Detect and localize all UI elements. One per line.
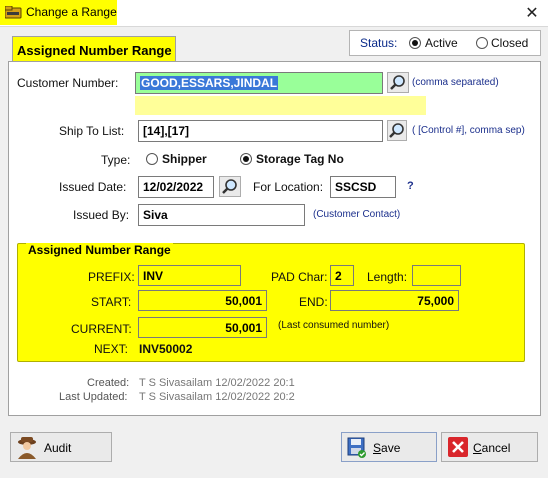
ship-to-value: [14],[17] bbox=[143, 124, 190, 138]
number-range-title: Assigned Number Range bbox=[26, 243, 173, 257]
issued-date-value: 12/02/2022 bbox=[143, 180, 204, 194]
length-label: Length: bbox=[367, 270, 408, 284]
type-storage-tag-radio[interactable] bbox=[240, 153, 252, 165]
for-location-input[interactable]: SSCSD bbox=[330, 176, 396, 198]
save-button[interactable]: Save bbox=[341, 432, 437, 462]
issued-by-value: Siva bbox=[143, 208, 168, 222]
type-storage-tag-label[interactable]: Storage Tag No bbox=[256, 152, 344, 166]
magnifier-icon bbox=[389, 123, 404, 138]
end-value: 75,000 bbox=[417, 294, 454, 308]
ship-to-lookup-button[interactable] bbox=[387, 120, 407, 141]
customer-number-label: Customer Number: bbox=[17, 76, 119, 90]
ship-to-hint: ( [Control #], comma sep) bbox=[412, 125, 525, 136]
current-hint: (Last consumed number) bbox=[278, 320, 390, 331]
save-button-label: Save bbox=[373, 441, 401, 455]
issued-by-label: Issued By: bbox=[73, 208, 130, 222]
customer-number-hint: (comma separated) bbox=[412, 77, 499, 88]
issued-date-input[interactable]: 12/02/2022 bbox=[138, 176, 214, 198]
detective-icon bbox=[18, 437, 36, 459]
audit-button-label: Audit bbox=[44, 441, 72, 455]
floppy-disk-icon bbox=[347, 437, 366, 458]
type-label: Type: bbox=[101, 153, 131, 167]
customer-highlight-strip bbox=[135, 96, 426, 115]
for-location-label: For Location: bbox=[253, 180, 324, 194]
cancel-button[interactable]: Cancel bbox=[441, 432, 538, 462]
created-label: Created: bbox=[87, 377, 130, 389]
start-input[interactable]: 50,001 bbox=[138, 290, 267, 311]
created-value: T S Sivasailam 12/02/2022 20:1 bbox=[139, 377, 295, 389]
date-picker-button[interactable] bbox=[219, 176, 241, 197]
magnifier-icon bbox=[222, 179, 237, 194]
audit-button[interactable]: Audit bbox=[10, 432, 112, 462]
window-title: Change a Range bbox=[26, 5, 117, 19]
last-updated-label: Last Updated: bbox=[59, 391, 128, 403]
magnifier-icon bbox=[390, 75, 405, 90]
tab-assigned-number-range[interactable]: Assigned Number Range bbox=[12, 36, 176, 62]
pad-char-input[interactable]: 2 bbox=[330, 265, 354, 286]
pad-char-label: PAD Char: bbox=[271, 270, 328, 284]
status-active-radio[interactable] bbox=[409, 37, 421, 49]
close-icon[interactable]: ✕ bbox=[524, 3, 540, 23]
app-icon bbox=[5, 6, 22, 19]
length-input[interactable] bbox=[412, 265, 461, 286]
status-group: Status: Active Closed bbox=[349, 30, 541, 56]
prefix-value: INV bbox=[143, 269, 164, 283]
issued-date-label: Issued Date: bbox=[59, 180, 127, 194]
end-label: END: bbox=[299, 295, 328, 309]
type-shipper-label[interactable]: Shipper bbox=[162, 152, 207, 166]
title-bar: Change a Range ✕ bbox=[0, 0, 548, 27]
ship-to-input[interactable]: [14],[17] bbox=[138, 120, 383, 142]
prefix-label: PREFIX: bbox=[88, 270, 135, 284]
prefix-input[interactable]: INV bbox=[138, 265, 241, 286]
issued-by-input[interactable]: Siva bbox=[138, 204, 305, 226]
end-input[interactable]: 75,000 bbox=[330, 290, 459, 311]
for-location-value: SSCSD bbox=[335, 180, 377, 194]
current-value: 50,001 bbox=[225, 321, 262, 335]
type-shipper-radio[interactable] bbox=[146, 153, 158, 165]
status-active-label[interactable]: Active bbox=[425, 36, 458, 50]
customer-lookup-button[interactable] bbox=[387, 72, 409, 93]
help-icon[interactable]: ? bbox=[407, 180, 414, 192]
last-updated-value: T S Sivasailam 12/02/2022 20:2 bbox=[139, 391, 295, 403]
status-closed-label[interactable]: Closed bbox=[491, 36, 528, 50]
cancel-x-icon bbox=[448, 437, 468, 457]
current-input[interactable]: 50,001 bbox=[138, 317, 267, 338]
status-label: Status: bbox=[360, 36, 398, 50]
customer-number-value: GOOD,ESSARS,JINDAL bbox=[140, 76, 279, 90]
ship-to-label: Ship To List: bbox=[59, 124, 125, 138]
start-label: START: bbox=[91, 295, 132, 309]
start-value: 50,001 bbox=[225, 294, 262, 308]
next-label: NEXT: bbox=[94, 342, 129, 356]
next-value: INV50002 bbox=[139, 342, 193, 356]
issued-by-hint: (Customer Contact) bbox=[313, 209, 401, 220]
status-closed-radio[interactable] bbox=[476, 37, 488, 49]
cancel-button-label: Cancel bbox=[473, 441, 511, 455]
pad-char-value: 2 bbox=[335, 269, 342, 283]
current-label: CURRENT: bbox=[71, 322, 132, 336]
customer-number-input[interactable]: GOOD,ESSARS,JINDAL bbox=[135, 72, 383, 94]
